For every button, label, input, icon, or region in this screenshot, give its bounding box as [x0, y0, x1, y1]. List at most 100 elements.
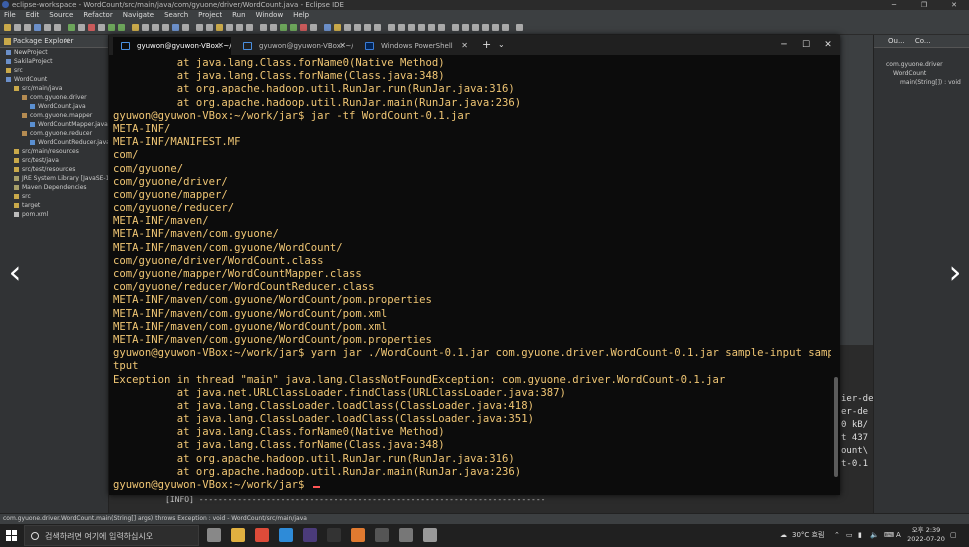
toolbar-icon[interactable]	[334, 24, 341, 31]
close-tab-icon[interactable]: ✕	[217, 37, 224, 55]
toolbar-icon[interactable]	[246, 24, 253, 31]
tree-item[interactable]: src/main/java	[0, 84, 108, 93]
menu-item[interactable]: Source	[49, 10, 73, 21]
weather-label[interactable]: 30°C 흐림	[792, 524, 824, 547]
toolbar-icon[interactable]	[260, 24, 267, 31]
tree-item[interactable]: com.gyuone.driver	[0, 93, 108, 102]
tree-item[interactable]: src/test/java	[0, 156, 108, 165]
toolbar-icon[interactable]	[300, 24, 307, 31]
network-icon[interactable]: ▭	[846, 524, 853, 547]
toolbar-icon[interactable]	[172, 24, 179, 31]
toolbar-icon[interactable]	[364, 24, 371, 31]
outline-item[interactable]: com.gyuone.driver	[874, 60, 969, 69]
tree-item[interactable]: src	[0, 192, 108, 201]
toolbar-icon[interactable]	[516, 24, 523, 31]
toolbar-icon[interactable]	[226, 24, 233, 31]
menu-item[interactable]: Navigate	[123, 10, 154, 21]
chevron-up-icon[interactable]: ⌃	[834, 524, 840, 547]
toolbar-icon[interactable]	[68, 24, 75, 31]
close-tab-icon[interactable]: ✕	[339, 37, 346, 55]
tree-item[interactable]: src/main/resources	[0, 147, 108, 156]
toolbar-icon[interactable]	[44, 24, 51, 31]
tree-item[interactable]: target	[0, 201, 108, 210]
tree-item[interactable]: src/test/resources	[0, 165, 108, 174]
menu-item[interactable]: File	[4, 10, 16, 21]
close-icon[interactable]: ✕	[939, 0, 969, 10]
toolbar-icon[interactable]	[182, 24, 189, 31]
menu-item[interactable]: Edit	[26, 10, 40, 21]
terminal-tab-3[interactable]: Windows PowerShell ✕	[357, 37, 475, 55]
tab-dropdown-button[interactable]: ⌄	[498, 37, 505, 53]
task-view-icon[interactable]	[207, 528, 221, 542]
close-tab-icon[interactable]: ✕	[461, 37, 468, 55]
tree-item[interactable]: src	[0, 66, 108, 75]
notification-icon[interactable]: ▢	[950, 524, 957, 547]
toolbar-icon[interactable]	[78, 24, 85, 31]
tree-item[interactable]: SakilaProject	[0, 57, 108, 66]
toolbar-icon[interactable]	[4, 24, 11, 31]
toolbar-icon[interactable]	[472, 24, 479, 31]
volume-icon[interactable]: 🔈	[870, 524, 879, 547]
toolbar-icon[interactable]	[398, 24, 405, 31]
ime-indicator[interactable]: A	[896, 524, 901, 547]
clock[interactable]: 오후 2:39 2022-07-20	[906, 526, 946, 544]
toolbar-icon[interactable]	[14, 24, 21, 31]
toolbar-icon[interactable]	[438, 24, 445, 31]
toolbar-icon[interactable]	[132, 24, 139, 31]
toolbar-icon[interactable]	[324, 24, 331, 31]
tree-item[interactable]: com.gyuone.reducer	[0, 129, 108, 138]
scrollbar-thumb[interactable]	[834, 377, 838, 477]
toolbar-icon[interactable]	[502, 24, 509, 31]
toolbar-icon[interactable]	[408, 24, 415, 31]
toolbar-icon[interactable]	[270, 24, 277, 31]
tree-item[interactable]: Maven Dependencies	[0, 183, 108, 192]
battery-icon[interactable]: ▮	[858, 524, 862, 547]
toolbar-icon[interactable]	[374, 24, 381, 31]
minimize-icon[interactable]: ─	[773, 35, 795, 55]
terminal-output[interactable]: at java.lang.Class.forName0(Native Metho…	[113, 57, 831, 493]
tree-item[interactable]: WordCount.java	[0, 102, 108, 111]
toolbar-icon[interactable]	[236, 24, 243, 31]
toolbar-icon[interactable]	[196, 24, 203, 31]
app-icon[interactable]	[375, 528, 389, 542]
tab-console[interactable]: Co...	[915, 37, 931, 45]
toolbar-icon[interactable]	[162, 24, 169, 31]
tree-item[interactable]: pom.xml	[0, 210, 108, 219]
tree-item[interactable]: WordCountMapper.java	[0, 120, 108, 129]
minimize-icon[interactable]: ─	[879, 0, 909, 10]
menu-item[interactable]: Help	[293, 10, 309, 21]
terminal-tab-2[interactable]: gyuwon@gyuwon-VBox: ~/wc ✕	[235, 37, 353, 55]
chrome-icon[interactable]	[255, 528, 269, 542]
terminal-tab-1[interactable]: gyuwon@gyuwon-VBox: ~/v ✕	[113, 37, 231, 55]
previous-arrow-icon[interactable]: ‹	[3, 254, 27, 290]
tree-item[interactable]: NewProject	[0, 48, 108, 57]
toolbar-icon[interactable]	[344, 24, 351, 31]
menu-item[interactable]: Refactor	[83, 10, 112, 21]
toolbar-icon[interactable]	[216, 24, 223, 31]
menu-item[interactable]: Run	[232, 10, 245, 21]
terminal-icon[interactable]	[327, 528, 341, 542]
toolbar-icon[interactable]	[54, 24, 61, 31]
tab-package-explorer[interactable]: Package Explorer ✕	[0, 35, 108, 48]
toolbar-icon[interactable]	[418, 24, 425, 31]
toolbar-icon[interactable]	[88, 24, 95, 31]
toolbar-icon[interactable]	[452, 24, 459, 31]
tree-item[interactable]: com.gyuone.mapper	[0, 111, 108, 120]
menu-item[interactable]: Window	[256, 10, 284, 21]
keyboard-icon[interactable]: ⌨	[884, 524, 894, 547]
edge-icon[interactable]	[279, 528, 293, 542]
tree-item[interactable]: WordCountReducer.java	[0, 138, 108, 147]
toolbar-icon[interactable]	[290, 24, 297, 31]
toolbar-icon[interactable]	[354, 24, 361, 31]
toolbar-icon[interactable]	[142, 24, 149, 31]
close-icon[interactable]: ✕	[64, 35, 70, 48]
app-icon[interactable]	[423, 528, 437, 542]
sublime-icon[interactable]	[351, 528, 365, 542]
toolbar-icon[interactable]	[206, 24, 213, 31]
next-arrow-icon[interactable]: ›	[943, 254, 967, 290]
toolbar-icon[interactable]	[24, 24, 31, 31]
toolbar-icon[interactable]	[462, 24, 469, 31]
file-explorer-icon[interactable]	[231, 528, 245, 542]
toolbar-icon[interactable]	[108, 24, 115, 31]
toolbar-icon[interactable]	[152, 24, 159, 31]
